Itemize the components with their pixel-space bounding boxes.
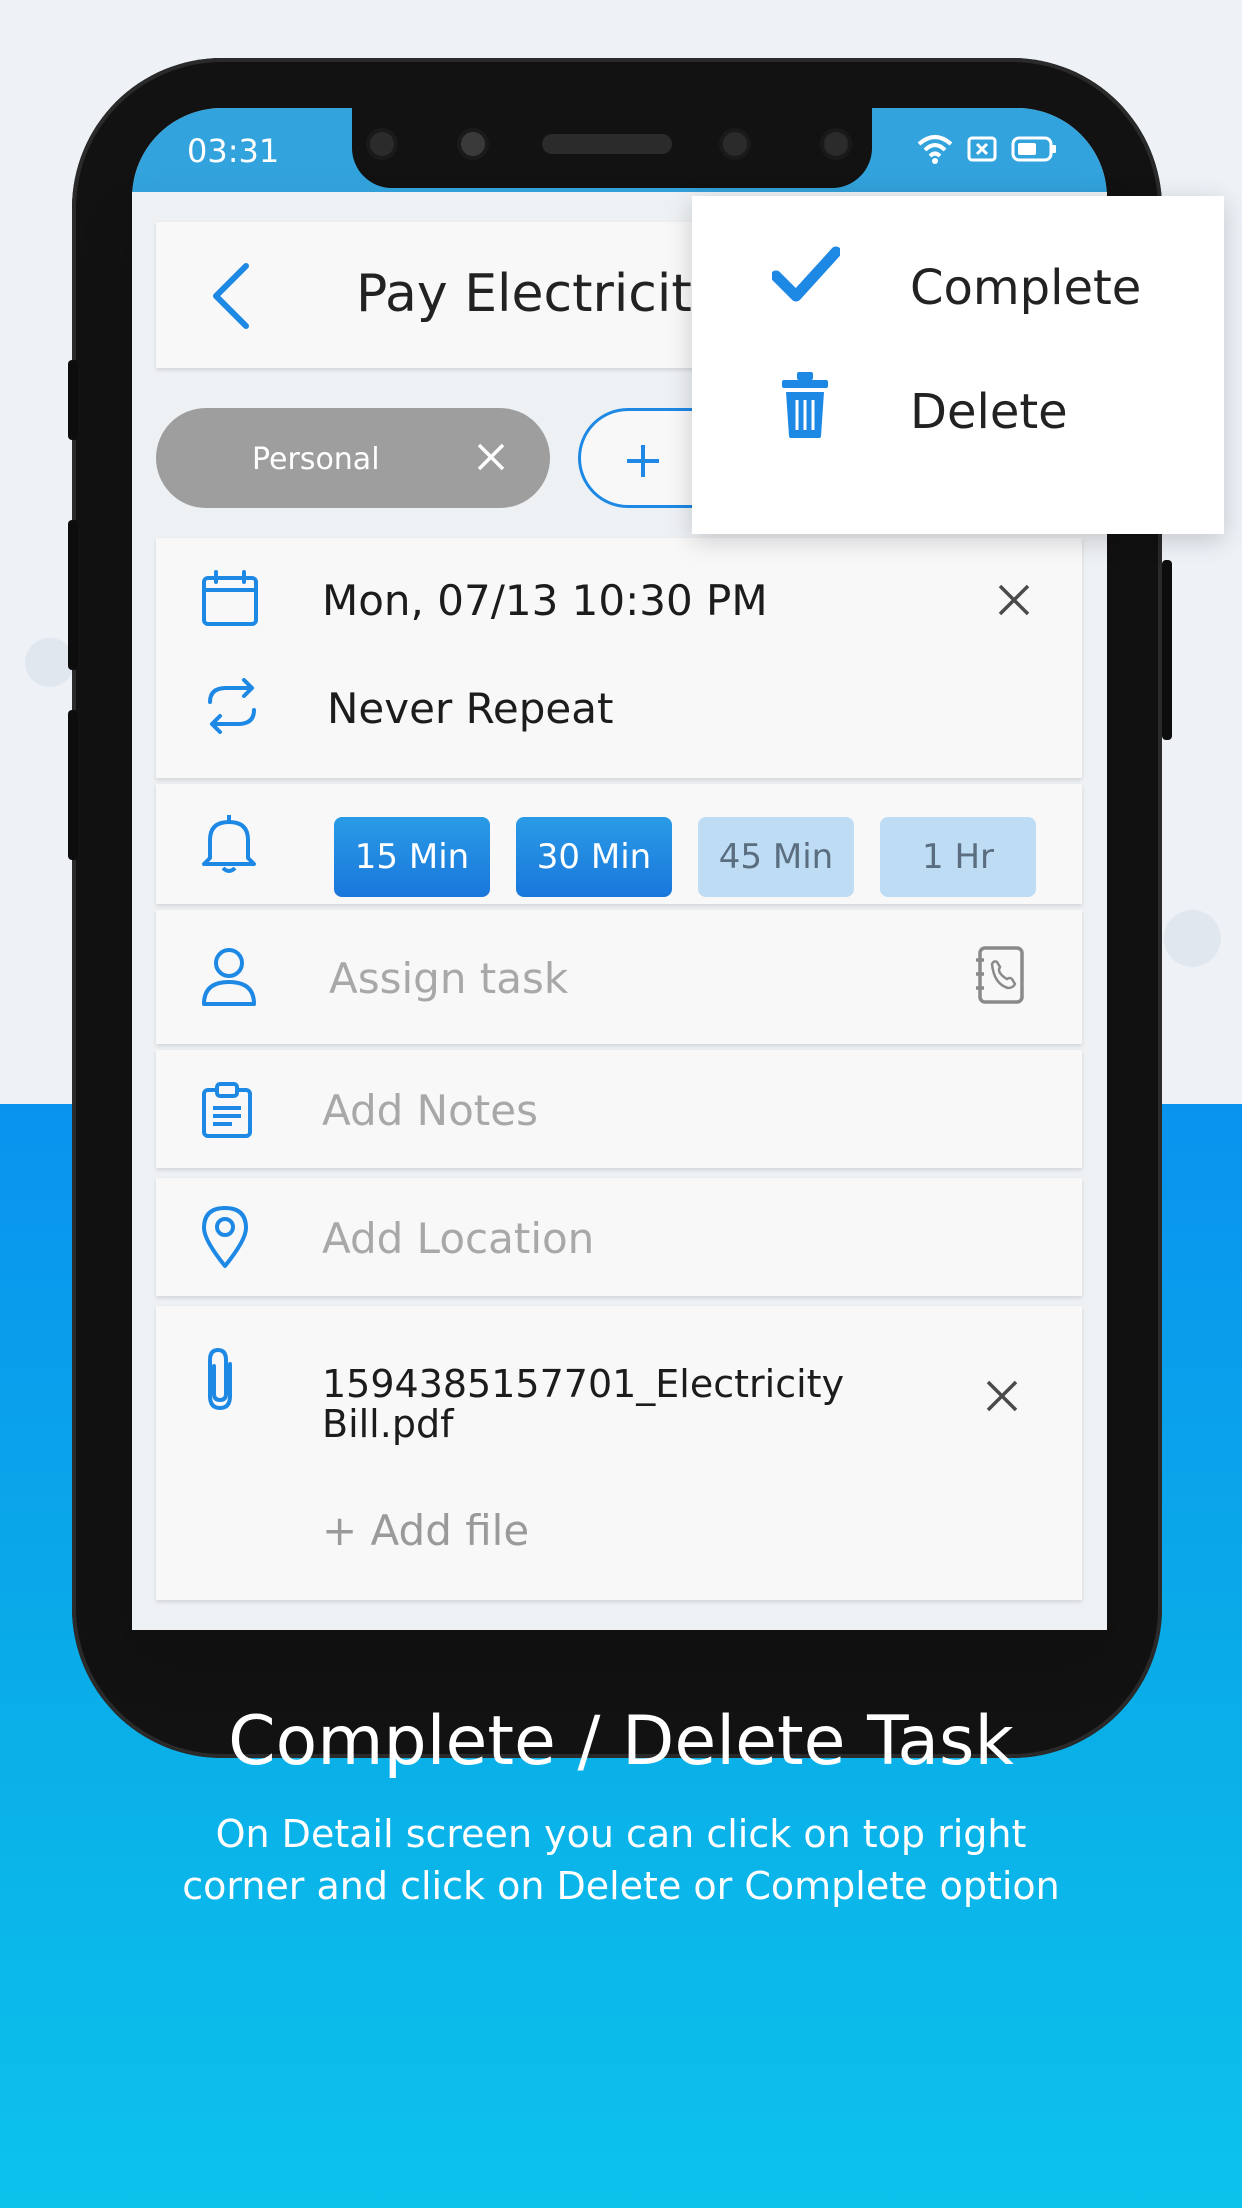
repeat-icon [208, 678, 256, 734]
checkmark-icon [772, 246, 840, 302]
remove-attachment-icon[interactable] [984, 1378, 1020, 1414]
menu-item-delete[interactable]: Delete [692, 354, 1224, 484]
battery-icon [1011, 136, 1056, 162]
menu-delete-label: Delete [910, 384, 1068, 440]
attachment-filename-line2[interactable]: Bill.pdf [322, 1402, 453, 1446]
overflow-menu: Complete Delete [692, 196, 1224, 534]
camera-dot [366, 128, 398, 160]
tag-chip-personal[interactable]: Personal [156, 408, 550, 508]
reminder-1-hr[interactable]: 1 Hr [880, 817, 1036, 897]
speaker-grille [542, 134, 672, 154]
assign-row: Assign task [156, 910, 1082, 1044]
phone-volume-down [68, 710, 78, 860]
notes-icon [202, 1082, 252, 1138]
plus-icon [627, 445, 659, 477]
front-camera [820, 128, 852, 160]
sensor-dot [457, 128, 489, 160]
add-notes-input[interactable]: Add Notes [322, 1086, 538, 1135]
phone-power-button [1162, 560, 1172, 740]
repeat-value[interactable]: Never Repeat [327, 684, 613, 733]
attachments-row: 1594385157701_Electricity Bill.pdf + Add… [156, 1306, 1082, 1600]
add-location-input[interactable]: Add Location [322, 1214, 594, 1263]
wifi-icon [917, 135, 953, 164]
notes-row: Add Notes [156, 1050, 1082, 1168]
add-file-button[interactable]: + Add file [322, 1506, 529, 1555]
status-time: 03:31 [187, 132, 280, 170]
bell-icon [202, 815, 256, 873]
reminder-30-min[interactable]: 30 Min [516, 817, 672, 897]
reminder-15-min[interactable]: 15 Min [334, 817, 490, 897]
camera-dot-2 [719, 128, 751, 160]
person-icon [202, 948, 256, 1006]
caption-line-1: On Detail screen you can click on top ri… [215, 1812, 1027, 1856]
menu-complete-label: Complete [910, 260, 1142, 316]
contact-book-icon[interactable] [974, 944, 1026, 1006]
caption-description: On Detail screen you can click on top ri… [60, 1808, 1182, 1912]
status-icons [917, 134, 1057, 164]
datetime-value[interactable]: Mon, 07/13 10:30 PM [322, 576, 768, 625]
clear-datetime-icon[interactable] [996, 582, 1032, 618]
phone-volume-up [68, 520, 78, 670]
remove-tag-icon[interactable] [476, 442, 506, 472]
reminder-45-min[interactable]: 45 Min [698, 817, 854, 897]
datetime-repeat-row: Mon, 07/13 10:30 PM Never Repeat [156, 538, 1082, 778]
phone-side-button [68, 360, 78, 440]
caption-title: Complete / Delete Task [228, 1702, 1014, 1781]
back-arrow-icon[interactable] [208, 262, 252, 330]
trash-icon [782, 372, 828, 438]
no-sim-icon [967, 136, 997, 162]
location-row: Add Location [156, 1178, 1082, 1296]
calendar-icon [202, 570, 258, 626]
phone-notch [352, 108, 872, 188]
assign-task-input[interactable]: Assign task [329, 954, 568, 1003]
paperclip-icon [208, 1347, 232, 1411]
caption-line-2: corner and click on Delete or Complete o… [182, 1864, 1060, 1908]
menu-item-complete[interactable]: Complete [692, 220, 1224, 350]
reminder-row: 15 Min 30 Min 45 Min 1 Hr [156, 784, 1082, 904]
tag-chip-label: Personal [252, 442, 380, 477]
task-title: Pay Electricity [356, 264, 723, 324]
location-pin-icon [202, 1206, 248, 1268]
attachment-filename-line1[interactable]: 1594385157701_Electricity [322, 1362, 844, 1406]
